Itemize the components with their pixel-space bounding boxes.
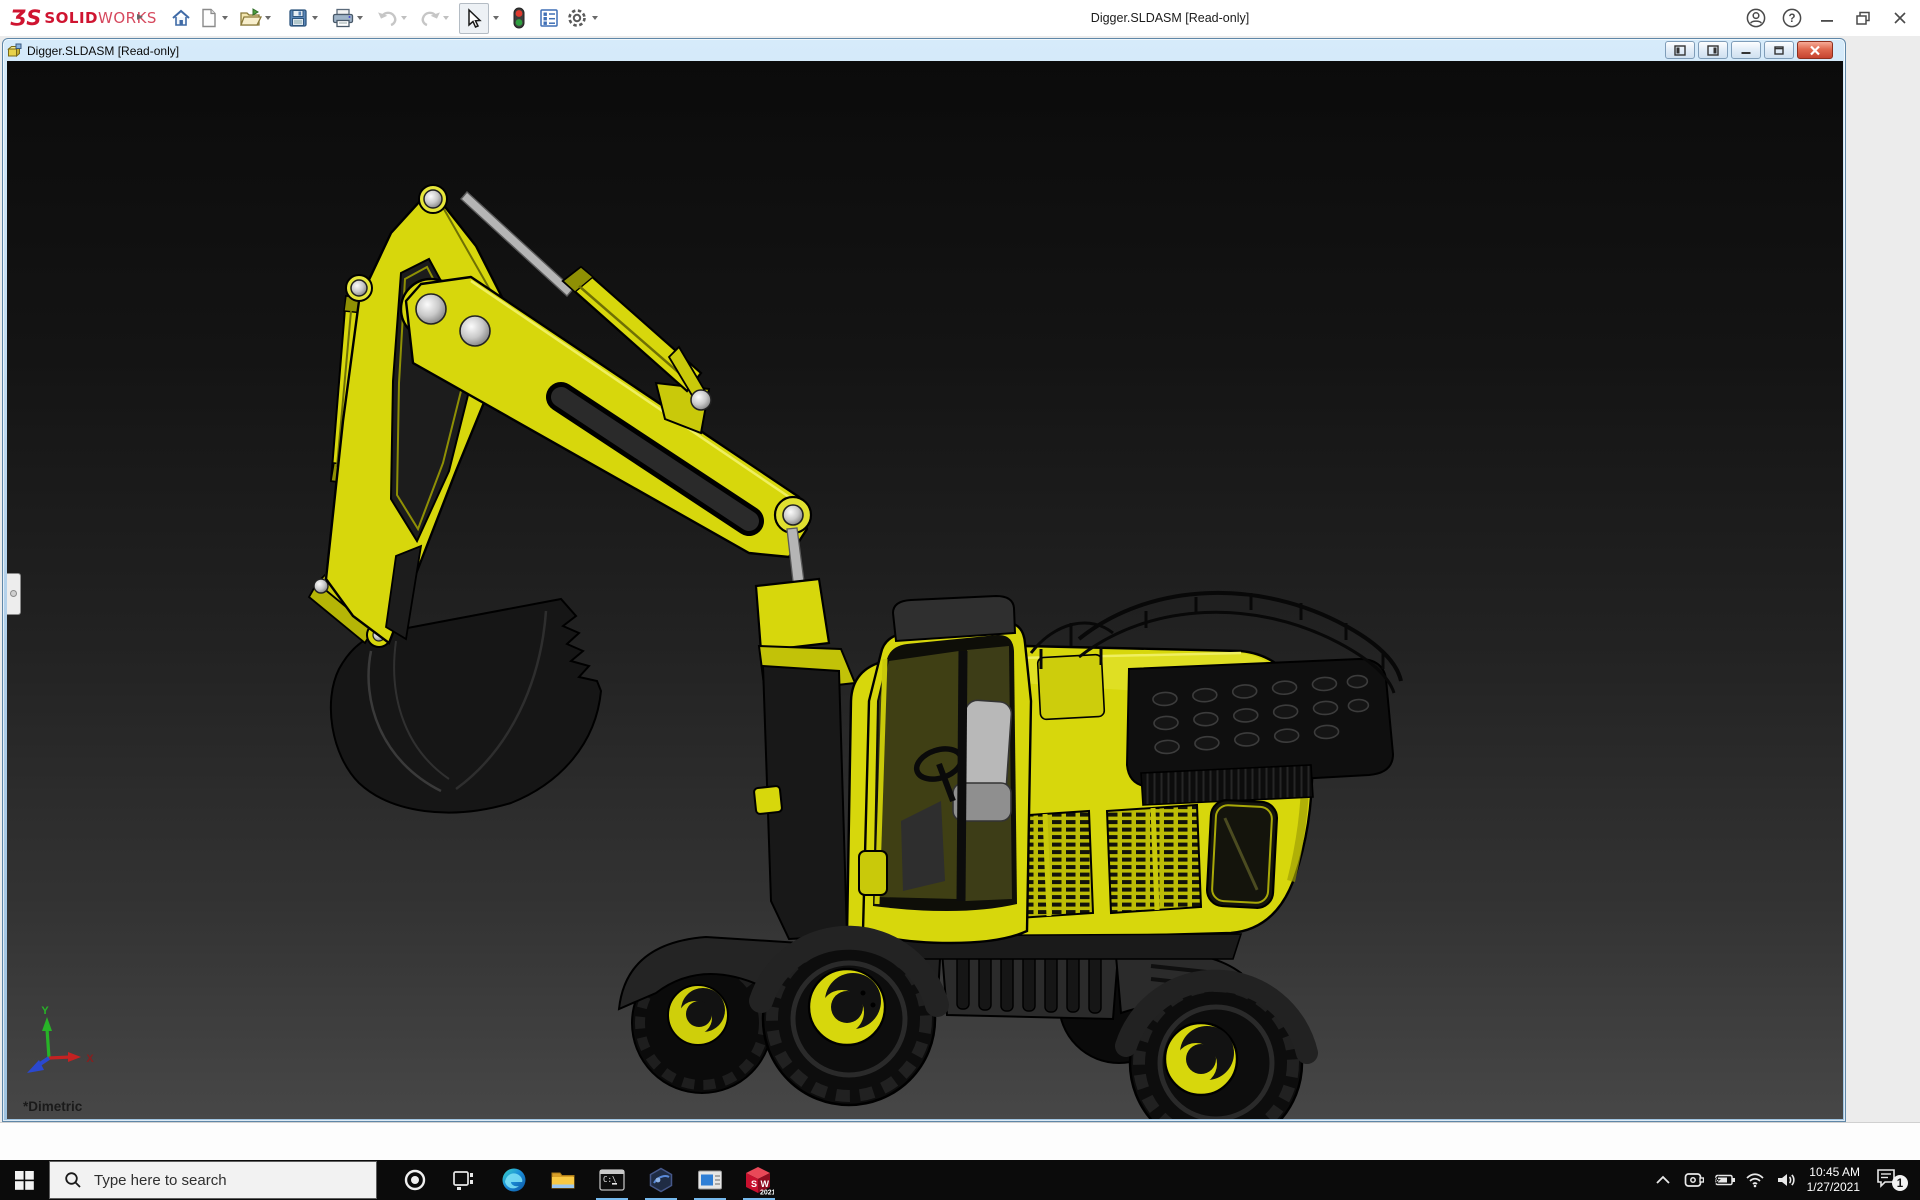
- boom-column: [754, 505, 855, 939]
- doc-close-button[interactable]: [1797, 41, 1833, 59]
- svg-text:W: W: [761, 1179, 770, 1189]
- tray-chevron-up-icon[interactable]: [1650, 1160, 1676, 1200]
- document-window: Digger.SLDASM [Read-only]: [2, 38, 1846, 1122]
- hexagon-app-button[interactable]: [637, 1160, 685, 1200]
- task-view-icon: [451, 1168, 475, 1192]
- roof-unit: [893, 596, 1015, 641]
- document-title: Digger.SLDASM [Read-only]: [27, 44, 179, 58]
- tray-volume-icon[interactable]: [1773, 1160, 1801, 1200]
- clock-date: 1/27/2021: [1807, 1180, 1860, 1195]
- open-icon[interactable]: [238, 5, 264, 31]
- svg-text:?: ?: [1788, 13, 1795, 25]
- hexagon-app-icon: [648, 1167, 674, 1193]
- document-titlebar[interactable]: Digger.SLDASM [Read-only]: [7, 41, 1841, 60]
- file-explorer-button[interactable]: [539, 1160, 587, 1200]
- solidworks-taskbar-button[interactable]: S W 2021: [735, 1160, 783, 1200]
- cab-pillar: [961, 651, 963, 901]
- graphics-viewport[interactable]: Y X *Dimetric: [7, 61, 1843, 1119]
- redo-icon[interactable]: [417, 5, 443, 31]
- boom-plate[interactable]: [326, 185, 509, 643]
- options-caret[interactable]: [591, 14, 599, 22]
- select-icon[interactable]: [460, 6, 486, 32]
- cortana-button[interactable]: [391, 1160, 439, 1200]
- viewer-app-icon: [697, 1168, 723, 1192]
- edge-icon: [501, 1167, 527, 1193]
- open-caret[interactable]: [264, 14, 272, 22]
- edge-button[interactable]: [490, 1160, 538, 1200]
- undo-icon[interactable]: [375, 5, 401, 31]
- task-view-button[interactable]: [439, 1160, 487, 1200]
- tray-battery-icon[interactable]: [1711, 1160, 1737, 1200]
- status-bar: [0, 1122, 1920, 1160]
- close-icon[interactable]: [1886, 4, 1914, 32]
- action-center-button[interactable]: 1: [1872, 1160, 1914, 1200]
- pane-tab-dot: [10, 590, 17, 597]
- svg-text:2021: 2021: [760, 1190, 774, 1196]
- options-icon[interactable]: [564, 5, 590, 31]
- cortana-icon: [403, 1168, 427, 1192]
- app-title: Digger.SLDASM [Read-only]: [1020, 0, 1320, 36]
- taskbar: Type here to search C:\: [0, 1160, 1920, 1200]
- feature-pane-tab[interactable]: [7, 573, 21, 615]
- file-properties-icon[interactable]: [536, 5, 562, 31]
- svg-text:S: S: [751, 1179, 757, 1189]
- solidworks-app-icon: S W 2021: [744, 1165, 774, 1195]
- brand-glyph: ƷS: [10, 6, 41, 30]
- cab-step-tank: [859, 851, 887, 895]
- search-icon: [64, 1171, 82, 1189]
- print-caret[interactable]: [356, 14, 364, 22]
- home-icon[interactable]: [168, 5, 194, 31]
- new-document-icon[interactable]: [196, 5, 222, 31]
- new-document-caret[interactable]: [221, 14, 229, 22]
- triad-y-label: Y: [41, 1005, 49, 1017]
- command-prompt-button[interactable]: C:\: [588, 1160, 636, 1200]
- toggle-pane-2-button[interactable]: [1698, 41, 1728, 59]
- engine-block: [1127, 659, 1393, 805]
- rebuild-icon[interactable]: [506, 5, 532, 31]
- orientation-triad: Y X: [27, 1005, 94, 1073]
- print-icon[interactable]: [330, 5, 356, 31]
- desktop: ƷS SOLID WORKS ▸: [0, 0, 1920, 1200]
- doc-restore-button[interactable]: [1764, 41, 1794, 59]
- menu-flyout-arrow[interactable]: ▸: [137, 9, 143, 23]
- tray-clock[interactable]: 10:45 AM 1/27/2021: [1807, 1160, 1868, 1200]
- triad-x-label: X: [86, 1053, 94, 1065]
- help-icon[interactable]: ?: [1778, 4, 1806, 32]
- minimize-icon[interactable]: [1813, 4, 1841, 32]
- undo-caret[interactable]: [400, 14, 408, 22]
- search-placeholder: Type here to search: [94, 1172, 227, 1189]
- save-icon[interactable]: [285, 5, 311, 31]
- cab[interactable]: [859, 596, 1031, 943]
- start-button[interactable]: [0, 1160, 48, 1200]
- clock-time: 10:45 AM: [1809, 1165, 1860, 1180]
- tray-cast-icon[interactable]: [1681, 1160, 1707, 1200]
- account-icon[interactable]: [1742, 4, 1770, 32]
- select-caret[interactable]: [492, 14, 500, 22]
- excavator-model[interactable]: Y X *Dimetric: [7, 61, 1843, 1119]
- restore-icon[interactable]: [1849, 4, 1877, 32]
- view-orientation-label: *Dimetric: [23, 1099, 83, 1114]
- file-explorer-icon: [550, 1167, 576, 1193]
- search-input[interactable]: Type here to search: [49, 1161, 377, 1199]
- svg-text:C:\: C:\: [603, 1175, 617, 1184]
- assembly-icon: [7, 43, 22, 58]
- app-titlebar: ƷS SOLID WORKS ▸: [0, 0, 1920, 37]
- mdi-area: Digger.SLDASM [Read-only]: [0, 36, 1920, 1122]
- toggle-pane-1-button[interactable]: [1665, 41, 1695, 59]
- solidworks-logo: ƷS SOLID WORKS: [10, 5, 157, 31]
- redo-caret[interactable]: [442, 14, 450, 22]
- rear-window: [1206, 799, 1277, 908]
- tray-wifi-icon[interactable]: [1742, 1160, 1768, 1200]
- action-center-icon: 1: [1876, 1167, 1910, 1193]
- command-prompt-icon: C:\: [599, 1168, 625, 1192]
- viewer-app-button[interactable]: [686, 1160, 734, 1200]
- doc-minimize-button[interactable]: [1731, 41, 1761, 59]
- save-caret[interactable]: [311, 14, 319, 22]
- deck-hatch: [1037, 654, 1104, 719]
- notification-badge: 1: [1897, 1178, 1904, 1190]
